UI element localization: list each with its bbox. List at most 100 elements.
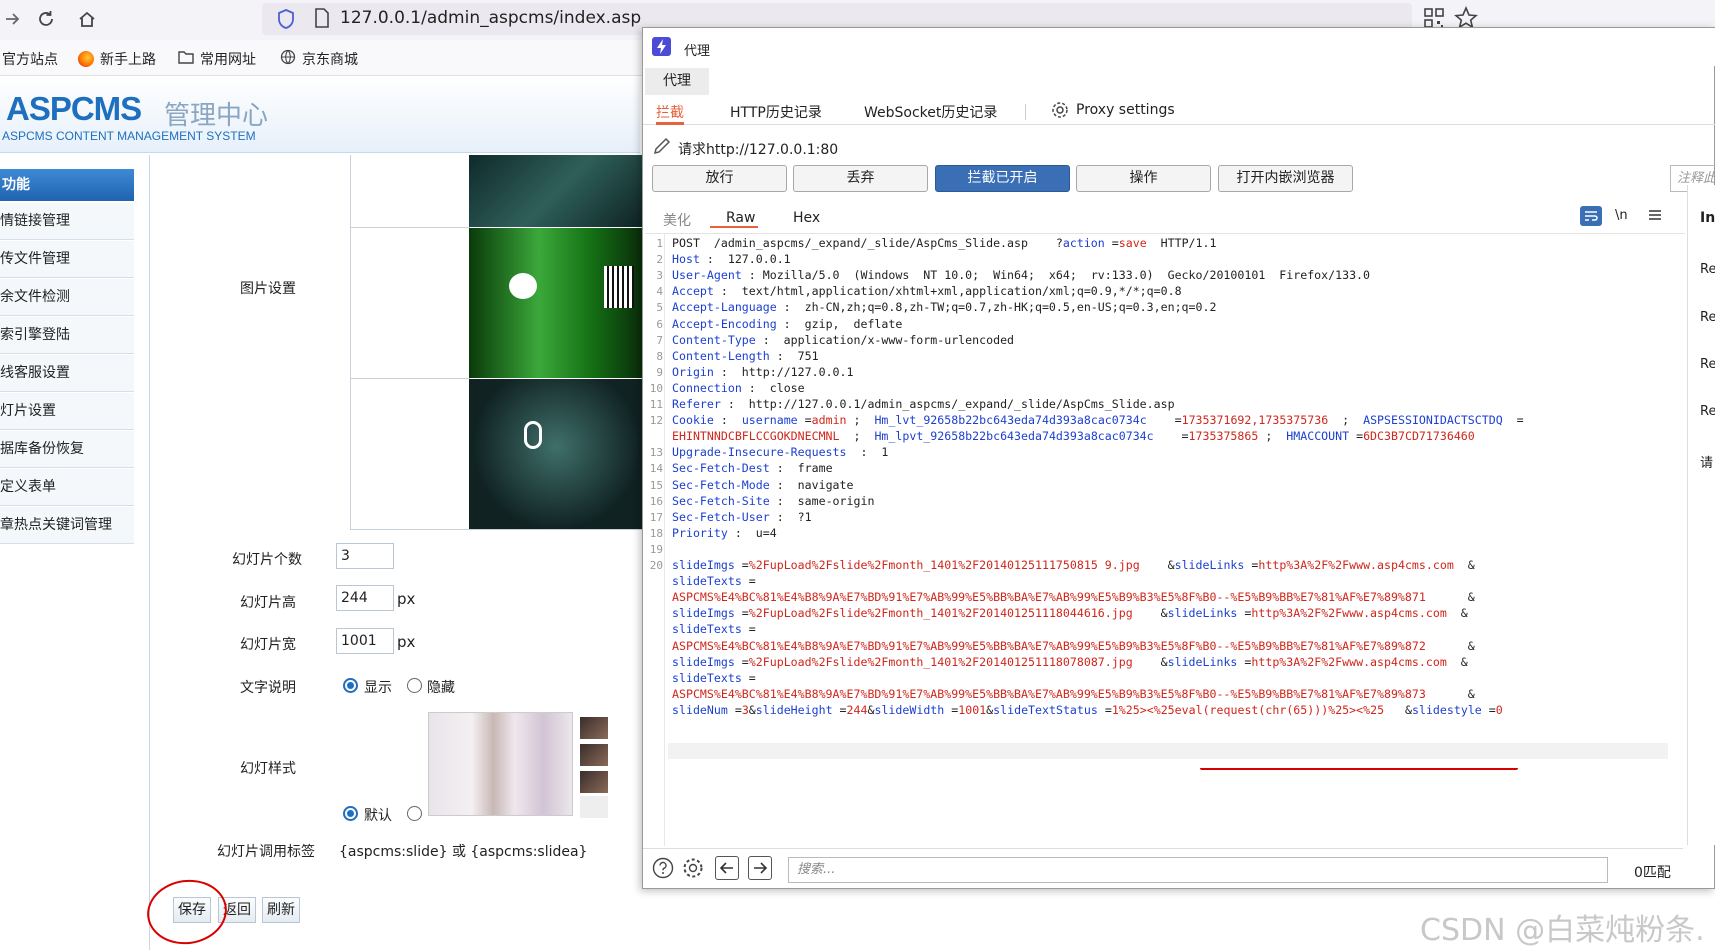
intercept-toggle-button[interactable]: 拦截已开启 xyxy=(935,165,1070,192)
request-line[interactable]: Sec-Fetch-Site : same-origin xyxy=(672,494,874,508)
line-number: 2 xyxy=(656,253,663,267)
inspector-item[interactable]: Re xyxy=(1700,310,1715,325)
sidebar-item-slides[interactable]: 灯片设置 xyxy=(0,393,134,430)
request-line[interactable]: Cookie : username =admin ; Hm_lvt_92658b… xyxy=(672,413,1524,427)
tab-pretty[interactable]: 美化 xyxy=(663,210,691,230)
sidebar-item-file-check[interactable]: 余文件检测 xyxy=(0,279,134,316)
sidebar-item-forms[interactable]: 定义表单 xyxy=(0,469,134,506)
request-value: http%3A%2F%2Fwww.asp4cms.com xyxy=(1251,606,1447,621)
wrap-lines-icon[interactable] xyxy=(1580,206,1602,226)
drop-button[interactable]: 丢弃 xyxy=(793,165,928,192)
request-line[interactable]: Sec-Fetch-Dest : frame xyxy=(672,461,833,475)
show-radio[interactable] xyxy=(343,678,358,693)
request-key: HMACCOUNT xyxy=(1286,429,1350,444)
request-text: : u=4 xyxy=(727,525,777,540)
request-line[interactable]: ASPCMS%E4%BC%81%E4%B8%9A%E7%BD%91%E7%AB%… xyxy=(672,687,1475,701)
request-line[interactable]: slideImgs =%2FupLoad%2Fslide%2Fmonth_140… xyxy=(672,606,1468,620)
request-line[interactable]: Sec-Fetch-User : ?1 xyxy=(672,510,812,524)
menu-icon[interactable] xyxy=(1648,208,1662,226)
request-line[interactable]: POST /admin_aspcms/_expand/_slide/AspCms… xyxy=(672,236,1216,250)
sidebar-item-search-engine[interactable]: 索引擎登陆 xyxy=(0,317,134,354)
pencil-icon[interactable] xyxy=(652,136,672,160)
request-line[interactable]: slideImgs =%2FupLoad%2Fslide%2Fmonth_140… xyxy=(672,558,1475,572)
forward-icon[interactable] xyxy=(0,6,26,32)
tab-http-history[interactable]: HTTP历史记录 xyxy=(730,102,822,122)
request-line[interactable]: Referer : http://127.0.0.1/admin_aspcms/… xyxy=(672,397,1175,411)
bookmark-common-urls[interactable]: 常用网址 xyxy=(178,49,256,69)
inspector-item[interactable]: 请 xyxy=(1700,452,1713,471)
request-text: : frame xyxy=(769,461,833,476)
newline-icon[interactable]: \n xyxy=(1615,208,1628,223)
refresh-button[interactable]: 刷新 xyxy=(262,897,300,923)
request-line[interactable]: Accept-Encoding : gzip, deflate xyxy=(672,317,902,331)
default-style-radio[interactable] xyxy=(343,806,358,821)
request-line[interactable]: Connection : close xyxy=(672,381,805,395)
forward-button[interactable]: 放行 xyxy=(652,165,787,192)
sidebar-item-keywords[interactable]: 章热点关键词管理 xyxy=(0,507,134,544)
alt-style-radio[interactable] xyxy=(407,806,422,821)
tab-proxy-settings[interactable]: Proxy settings xyxy=(1076,102,1175,118)
gear-icon[interactable] xyxy=(1051,101,1069,123)
sidebar-item-links[interactable]: 情链接管理 xyxy=(0,203,134,240)
request-line[interactable]: Sec-Fetch-Mode : navigate xyxy=(672,478,854,492)
request-text: : same-origin xyxy=(769,493,875,508)
request-line[interactable]: ASPCMS%E4%BC%81%E4%B8%9A%E7%BD%91%E7%AB%… xyxy=(672,639,1475,653)
inspector-item[interactable]: Re xyxy=(1700,357,1715,372)
request-line[interactable]: User-Agent : Mozilla/5.0 (Windows NT 10.… xyxy=(672,268,1370,282)
request-line[interactable]: slideTexts = xyxy=(672,671,756,685)
style-thumb xyxy=(580,771,608,793)
tab-websocket-history[interactable]: WebSocket历史记录 xyxy=(864,102,997,122)
inspector-item[interactable]: Re xyxy=(1700,262,1715,277)
request-text: : xyxy=(713,413,742,428)
tab-raw[interactable]: Raw xyxy=(726,210,755,226)
request-line[interactable]: Priority : u=4 xyxy=(672,526,777,540)
bookmark-jd[interactable]: 京东商城 xyxy=(280,49,358,69)
shield-icon[interactable] xyxy=(276,8,296,34)
image-setting-label: 图片设置 xyxy=(240,281,296,297)
firefox-icon xyxy=(78,51,94,67)
request-line[interactable]: EHINTNNDCBFLCCGOKDNECMNL ; Hm_lpvt_92658… xyxy=(672,429,1475,443)
slide-width-input[interactable]: 1001 xyxy=(336,628,394,654)
sidebar-item-backup[interactable]: 据库备份恢复 xyxy=(0,431,134,468)
request-line[interactable]: Accept-Language : zh-CN,zh;q=0.8,zh-TW;q… xyxy=(672,300,1216,314)
bookmark-official-site[interactable]: 官方站点 xyxy=(2,49,58,69)
request-line[interactable]: Content-Length : 751 xyxy=(672,349,819,363)
reload-icon[interactable] xyxy=(33,6,59,32)
url-text[interactable]: 127.0.0.1/admin_aspcms/index.asp xyxy=(340,8,641,28)
slide-height-input[interactable]: 244 xyxy=(336,585,394,611)
request-line[interactable]: Content-Type : application/x-www-form-ur… xyxy=(672,333,1014,347)
request-line[interactable]: slideNum =3&slideHeight =244&slideWidth … xyxy=(672,703,1503,717)
request-line[interactable]: slideTexts = xyxy=(672,574,756,588)
home-icon[interactable] xyxy=(74,6,100,32)
help-icon[interactable] xyxy=(652,857,674,883)
tab-intercept[interactable]: 拦截 xyxy=(656,102,684,122)
action-button[interactable]: 操作 xyxy=(1076,165,1211,192)
request-key: slideTexts xyxy=(672,574,742,589)
line-number: 8 xyxy=(656,349,663,363)
request-line[interactable]: Origin : http://127.0.0.1 xyxy=(672,365,854,379)
slide-count-input[interactable]: 3 xyxy=(336,543,394,569)
tab-hex[interactable]: Hex xyxy=(793,210,820,226)
hide-radio[interactable] xyxy=(407,678,422,693)
inspector-item[interactable]: Re xyxy=(1700,404,1715,419)
sidebar-item-online-service[interactable]: 线客服设置 xyxy=(0,355,134,392)
request-line[interactable]: slideTexts = xyxy=(672,622,756,636)
settings-icon[interactable] xyxy=(682,857,704,883)
request-line[interactable]: Upgrade-Insecure-Requests : 1 xyxy=(672,445,888,459)
request-line[interactable]: slideImgs =%2FupLoad%2Fslide%2Fmonth_140… xyxy=(672,655,1468,669)
request-key: Accept xyxy=(672,284,714,299)
match-count: 0匹配 xyxy=(1634,865,1671,881)
request-line[interactable]: Accept : text/html,application/xhtml+xml… xyxy=(672,284,1182,298)
request-key: slideImgs xyxy=(672,606,735,621)
previous-icon[interactable] xyxy=(715,856,739,880)
next-icon[interactable] xyxy=(748,856,772,880)
request-line[interactable]: Host : 127.0.0.1 xyxy=(672,252,791,266)
open-browser-button[interactable]: 打开内嵌浏览器 xyxy=(1218,165,1353,192)
tab-proxy[interactable]: 代理 xyxy=(645,68,709,95)
sidebar-item-uploads[interactable]: 传文件管理 xyxy=(0,241,134,278)
request-text: = xyxy=(1244,558,1259,572)
style-thumb xyxy=(580,744,608,766)
search-input[interactable]: 搜索... xyxy=(788,857,1608,883)
bookmark-getting-started[interactable]: 新手上路 xyxy=(78,49,156,69)
request-line[interactable]: ASPCMS%E4%BC%81%E4%B8%9A%E7%BD%91%E7%AB%… xyxy=(672,590,1475,604)
